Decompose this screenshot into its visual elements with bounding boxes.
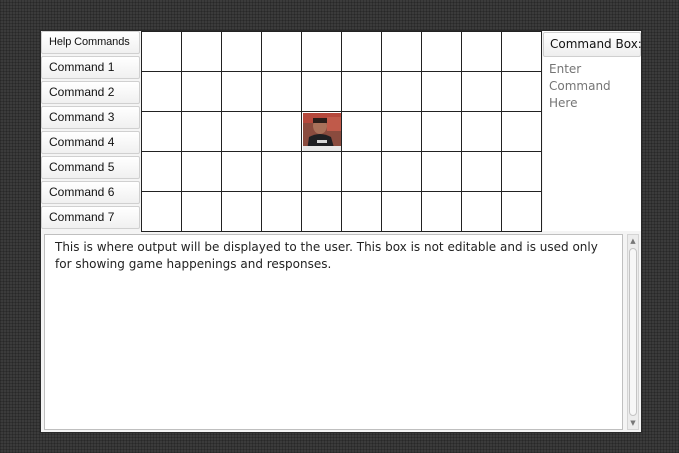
- grid-cell[interactable]: [461, 111, 501, 151]
- grid-cell[interactable]: [341, 191, 381, 231]
- output-scrollbar[interactable]: ▲ ▼: [627, 234, 639, 430]
- grid-cell[interactable]: [261, 31, 301, 71]
- command-input[interactable]: [543, 57, 641, 229]
- grid-cell[interactable]: [341, 111, 381, 151]
- grid-cell[interactable]: [221, 111, 261, 151]
- command-box-label: Command Box:: [543, 32, 642, 57]
- command-5-button[interactable]: Command 5: [41, 156, 140, 179]
- player-avatar-icon: [303, 113, 341, 151]
- grid-cell[interactable]: [141, 191, 181, 231]
- command-1-button[interactable]: Command 1: [41, 56, 140, 79]
- grid-cell[interactable]: [421, 111, 461, 151]
- grid-cell[interactable]: [461, 71, 501, 111]
- help-commands-button[interactable]: Help Commands: [41, 31, 140, 54]
- grid-cell[interactable]: [381, 151, 421, 191]
- grid-cell[interactable]: [381, 111, 421, 151]
- grid-cell[interactable]: [501, 151, 541, 191]
- grid-cell[interactable]: [181, 191, 221, 231]
- grid-cell[interactable]: [341, 31, 381, 71]
- grid-cell[interactable]: [301, 111, 341, 151]
- grid-cell[interactable]: [261, 191, 301, 231]
- grid-cell[interactable]: [181, 111, 221, 151]
- grid-cell[interactable]: [501, 111, 541, 151]
- grid-cell[interactable]: [221, 31, 261, 71]
- command-3-button[interactable]: Command 3: [41, 106, 140, 129]
- command-7-button[interactable]: Command 7: [41, 206, 140, 229]
- grid-cell[interactable]: [421, 151, 461, 191]
- grid-cell[interactable]: [501, 31, 541, 71]
- game-window: Help Commands Command 1 Command 2 Comman…: [41, 31, 642, 432]
- grid-cell[interactable]: [221, 151, 261, 191]
- grid-cell[interactable]: [381, 191, 421, 231]
- scroll-down-arrow-icon[interactable]: ▼: [628, 417, 638, 429]
- grid-cell[interactable]: [181, 31, 221, 71]
- grid-cell[interactable]: [461, 151, 501, 191]
- scroll-up-arrow-icon[interactable]: ▲: [628, 235, 638, 247]
- command-4-button[interactable]: Command 4: [41, 131, 140, 154]
- output-text: This is where output will be displayed t…: [55, 240, 598, 271]
- grid-cell[interactable]: [141, 151, 181, 191]
- grid-cell[interactable]: [421, 191, 461, 231]
- grid-cell[interactable]: [461, 31, 501, 71]
- scroll-thumb[interactable]: [629, 248, 637, 416]
- grid-cell[interactable]: [301, 151, 341, 191]
- output-display: This is where output will be displayed t…: [44, 234, 623, 430]
- grid-cell[interactable]: [221, 71, 261, 111]
- grid-cell[interactable]: [141, 31, 181, 71]
- grid-cell[interactable]: [261, 111, 301, 151]
- game-board-grid: [141, 31, 542, 232]
- grid-cell[interactable]: [501, 191, 541, 231]
- command-box-panel: Command Box:: [543, 31, 642, 231]
- grid-cell[interactable]: [261, 71, 301, 111]
- grid-cell[interactable]: [421, 71, 461, 111]
- grid-cell[interactable]: [141, 111, 181, 151]
- command-2-button[interactable]: Command 2: [41, 81, 140, 104]
- grid-cell[interactable]: [181, 151, 221, 191]
- grid-cell[interactable]: [301, 71, 341, 111]
- grid-cell[interactable]: [501, 71, 541, 111]
- grid-cell[interactable]: [341, 71, 381, 111]
- grid-cell[interactable]: [221, 191, 261, 231]
- grid-cell[interactable]: [341, 151, 381, 191]
- grid-cell[interactable]: [261, 151, 301, 191]
- grid-cell[interactable]: [461, 191, 501, 231]
- grid-cell[interactable]: [421, 31, 461, 71]
- grid-cell[interactable]: [381, 71, 421, 111]
- grid-cell[interactable]: [141, 71, 181, 111]
- commands-panel: Help Commands Command 1 Command 2 Comman…: [41, 31, 141, 231]
- grid-cell[interactable]: [301, 31, 341, 71]
- grid-cell[interactable]: [301, 191, 341, 231]
- grid-cell[interactable]: [381, 31, 421, 71]
- command-6-button[interactable]: Command 6: [41, 181, 140, 204]
- grid-cell[interactable]: [181, 71, 221, 111]
